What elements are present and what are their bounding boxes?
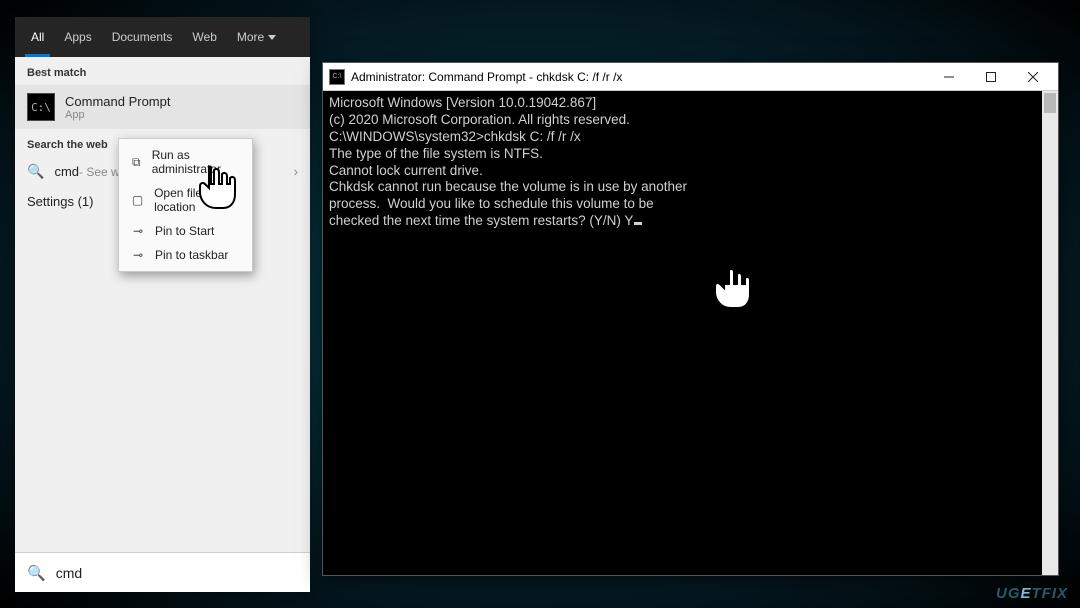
result-command-prompt[interactable]: C:\ Command Prompt App (15, 85, 310, 129)
maximize-button[interactable] (970, 63, 1012, 90)
admin-icon: ⧉ (129, 155, 144, 169)
result-title: Command Prompt (65, 94, 170, 109)
pin-icon: ⊸ (129, 248, 147, 262)
tab-all[interactable]: All (21, 17, 54, 57)
cursor-hand-icon (706, 262, 754, 318)
close-button[interactable] (1012, 63, 1054, 90)
tab-documents[interactable]: Documents (102, 17, 183, 57)
cmd-output: Microsoft Windows [Version 10.0.19042.86… (323, 91, 1058, 234)
tab-web[interactable]: Web (182, 17, 226, 57)
cmd-title-bar[interactable]: C:\ Administrator: Command Prompt - chkd… (323, 63, 1058, 91)
context-pin-to-start[interactable]: ⊸ Pin to Start (119, 219, 252, 243)
watermark: UGETFIX (996, 585, 1068, 602)
command-prompt-icon: C:\ (27, 93, 55, 121)
search-input[interactable] (56, 565, 298, 581)
chevron-right-icon: › (294, 164, 298, 179)
best-match-label: Best match (15, 57, 310, 85)
search-box: 🔍 (15, 552, 310, 592)
pin-icon: ⊸ (129, 224, 147, 238)
scrollbar-thumb[interactable] (1044, 93, 1056, 113)
tab-more[interactable]: More (227, 17, 286, 57)
result-subtitle: App (65, 109, 170, 121)
cmd-title-icon: C:\ (329, 69, 345, 85)
search-tabs-bar: All Apps Documents Web More (15, 17, 310, 57)
search-icon: 🔍 (27, 163, 44, 180)
folder-icon: ▢ (129, 193, 146, 207)
context-pin-start-label: Pin to Start (155, 224, 214, 238)
cmd-body[interactable]: Microsoft Windows [Version 10.0.19042.86… (323, 91, 1058, 575)
cmd-title-text: Administrator: Command Prompt - chkdsk C… (351, 70, 928, 84)
cmd-scrollbar[interactable] (1042, 91, 1058, 575)
tab-apps[interactable]: Apps (54, 17, 101, 57)
start-search-panel: All Apps Documents Web More Best match C… (15, 17, 310, 592)
context-pin-to-taskbar[interactable]: ⊸ Pin to taskbar (119, 243, 252, 267)
cmd-window: C:\ Administrator: Command Prompt - chkd… (322, 62, 1059, 576)
web-term: cmd (54, 164, 79, 179)
chevron-down-icon (268, 35, 276, 40)
search-icon: 🔍 (27, 564, 46, 582)
minimize-button[interactable] (928, 63, 970, 90)
context-pin-taskbar-label: Pin to taskbar (155, 248, 228, 262)
tab-more-label: More (237, 30, 264, 44)
cursor-hand-icon (191, 162, 239, 218)
